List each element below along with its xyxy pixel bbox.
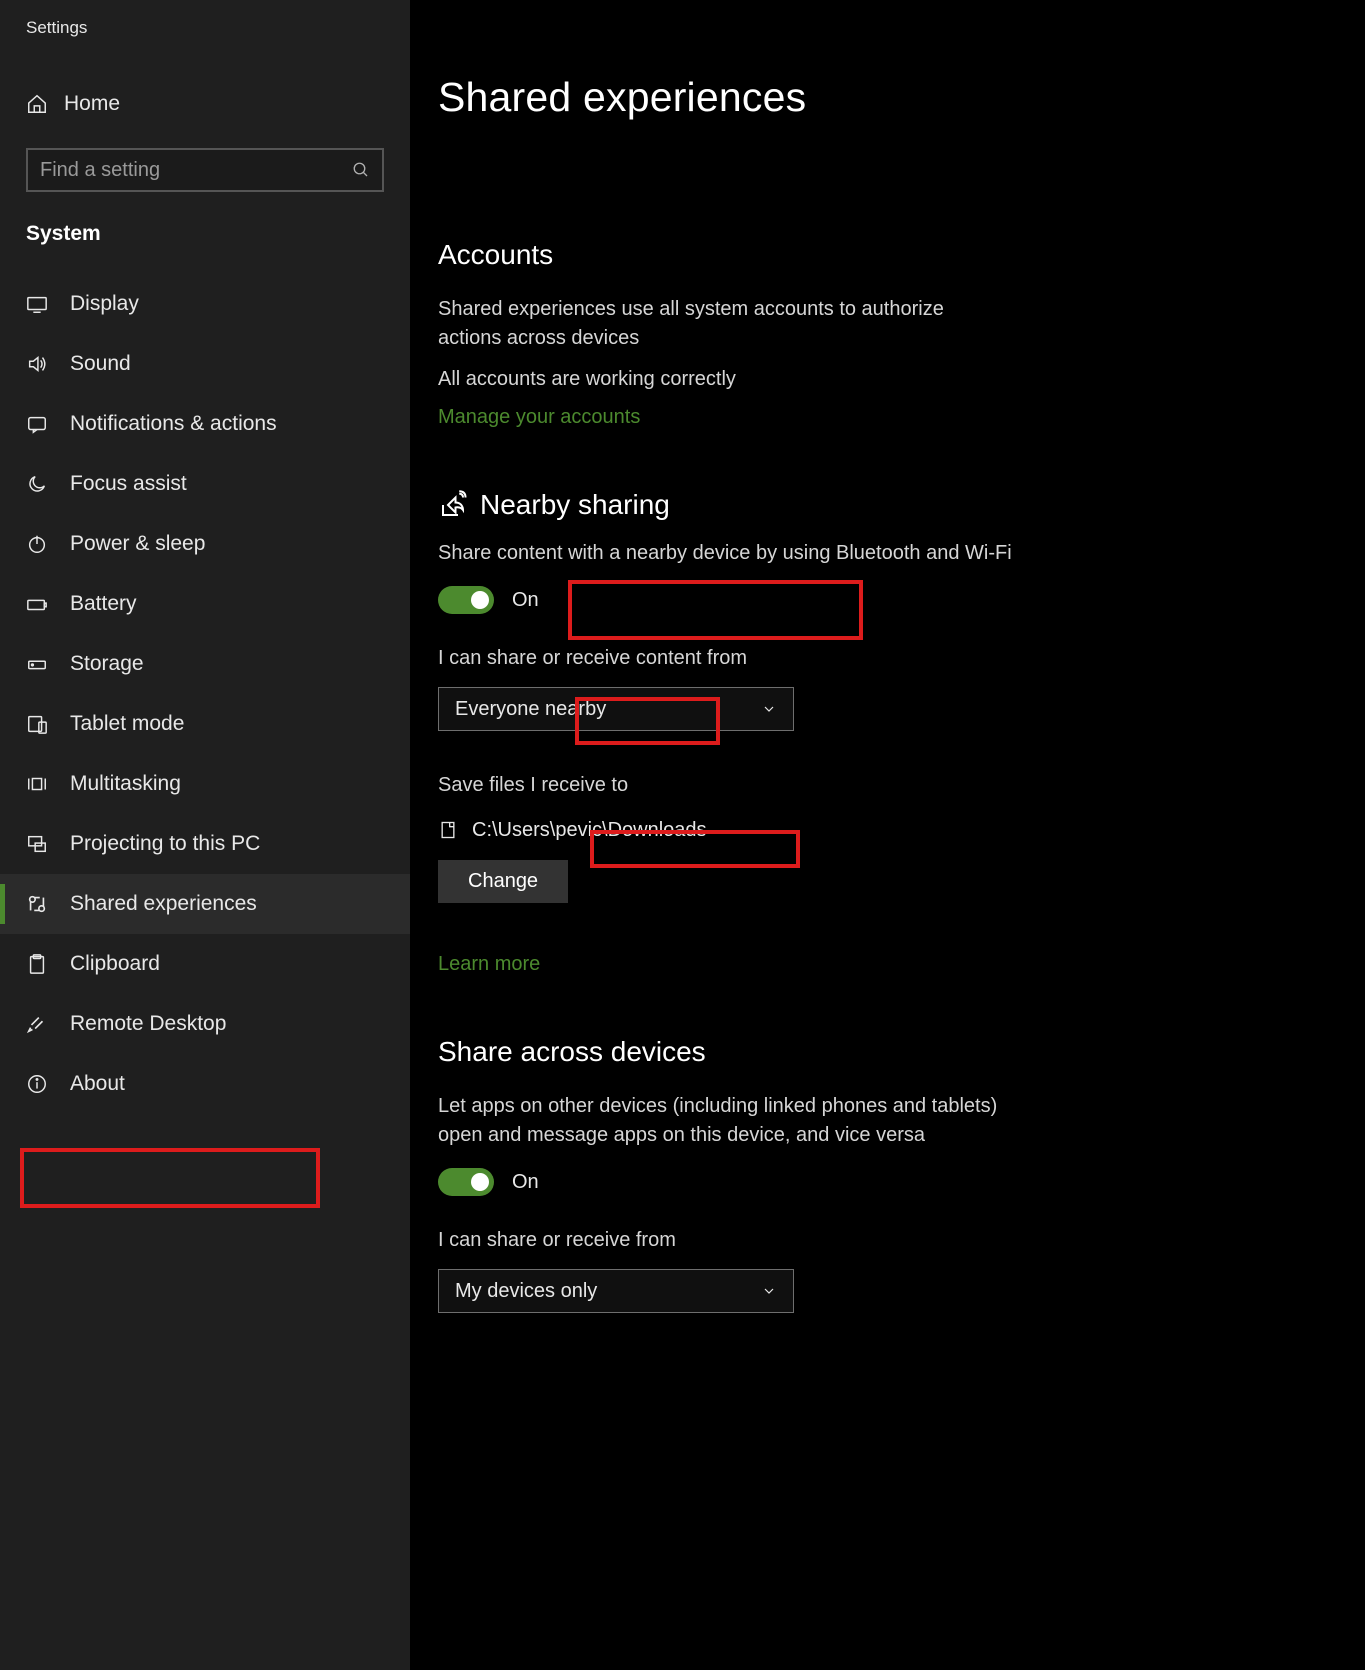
sidebar-item-remote-desktop[interactable]: Remote Desktop [0, 994, 410, 1054]
sidebar-item-label: About [70, 1072, 125, 1096]
nearby-desc: Share content with a nearby device by us… [438, 539, 1038, 568]
remote-desktop-icon [26, 1013, 48, 1035]
sidebar-item-label: Power & sleep [70, 532, 205, 556]
across-from-select[interactable]: My devices only [438, 1269, 794, 1313]
focus-assist-icon [26, 473, 48, 495]
page-title: Shared experiences [438, 0, 1305, 121]
nearby-sharing-heading: Nearby sharing [480, 489, 670, 521]
tablet-icon [26, 713, 48, 735]
save-path-row: C:\Users\pevic\Downloads [438, 818, 1305, 842]
save-path: C:\Users\pevic\Downloads [472, 819, 707, 842]
nearby-sharing-heading-row: Nearby sharing [438, 489, 1305, 521]
sidebar-item-label: Display [70, 292, 139, 316]
learn-more-link[interactable]: Learn more [438, 953, 540, 976]
accounts-status: All accounts are working correctly [438, 365, 998, 394]
sidebar-item-multitasking[interactable]: Multitasking [0, 754, 410, 814]
share-across-heading: Share across devices [438, 1036, 1305, 1068]
power-icon [26, 533, 48, 555]
main-content: Shared experiences Accounts Shared exper… [410, 0, 1365, 1670]
accounts-heading: Accounts [438, 239, 1305, 271]
storage-icon [26, 653, 48, 675]
sidebar-item-about[interactable]: About [0, 1054, 410, 1114]
sidebar-item-label: Notifications & actions [70, 412, 277, 436]
sidebar-item-power-sleep[interactable]: Power & sleep [0, 514, 410, 574]
sidebar-item-clipboard[interactable]: Clipboard [0, 934, 410, 994]
sidebar-item-display[interactable]: Display [0, 274, 410, 334]
nearby-sharing-toggle[interactable] [438, 586, 494, 614]
home-icon [26, 93, 48, 115]
share-from-label: I can share or receive content from [438, 644, 998, 673]
sidebar-item-label: Focus assist [70, 472, 187, 496]
sidebar-item-label: Storage [70, 652, 144, 676]
sidebar-item-storage[interactable]: Storage [0, 634, 410, 694]
folder-icon [438, 818, 458, 842]
change-button[interactable]: Change [438, 860, 568, 903]
sidebar-item-label: Multitasking [70, 772, 181, 796]
sidebar-item-notifications[interactable]: Notifications & actions [0, 394, 410, 454]
share-icon [438, 490, 468, 520]
display-icon [26, 293, 48, 315]
multitasking-icon [26, 773, 48, 795]
home-button[interactable]: Home [0, 92, 410, 116]
about-icon [26, 1073, 48, 1095]
share-across-toggle[interactable] [438, 1168, 494, 1196]
accounts-desc: Shared experiences use all system accoun… [438, 295, 998, 353]
sound-icon [26, 353, 48, 375]
share-across-desc: Let apps on other devices (including lin… [438, 1092, 1018, 1150]
category-label: System [0, 192, 410, 246]
sidebar-item-shared-experiences[interactable]: Shared experiences [0, 874, 410, 934]
app-title: Settings [0, 14, 410, 38]
nearby-toggle-row: On [438, 586, 1305, 614]
save-to-label: Save files I receive to [438, 771, 998, 800]
clipboard-icon [26, 953, 48, 975]
sidebar-item-label: Tablet mode [70, 712, 184, 736]
shared-experiences-icon [26, 893, 48, 915]
sidebar-item-label: Shared experiences [70, 892, 257, 916]
sidebar-item-battery[interactable]: Battery [0, 574, 410, 634]
chevron-down-icon [761, 701, 777, 717]
across-toggle-row: On [438, 1168, 1305, 1196]
nav-list: Display Sound Notifications & actions Fo… [0, 274, 410, 1114]
sidebar-item-label: Clipboard [70, 952, 160, 976]
sidebar-item-sound[interactable]: Sound [0, 334, 410, 394]
across-from-value: My devices only [455, 1280, 597, 1303]
sidebar-item-label: Sound [70, 352, 131, 376]
across-from-label: I can share or receive from [438, 1226, 998, 1255]
share-from-select[interactable]: Everyone nearby [438, 687, 794, 731]
sidebar-item-label: Battery [70, 592, 137, 616]
sidebar-item-label: Remote Desktop [70, 1012, 226, 1036]
sidebar-item-label: Projecting to this PC [70, 832, 260, 856]
battery-icon [26, 593, 48, 615]
sidebar-item-focus-assist[interactable]: Focus assist [0, 454, 410, 514]
search-icon [352, 161, 370, 179]
sidebar-item-projecting[interactable]: Projecting to this PC [0, 814, 410, 874]
nearby-toggle-label: On [512, 589, 539, 612]
projecting-icon [26, 833, 48, 855]
search-input[interactable] [26, 148, 384, 192]
sidebar: Settings Home System Display Sound Notif… [0, 0, 410, 1670]
home-label: Home [64, 92, 120, 116]
chevron-down-icon [761, 1283, 777, 1299]
manage-accounts-link[interactable]: Manage your accounts [438, 406, 640, 429]
notifications-icon [26, 413, 48, 435]
share-from-value: Everyone nearby [455, 698, 606, 721]
search-wrap [26, 148, 384, 192]
across-toggle-label: On [512, 1171, 539, 1194]
sidebar-item-tablet-mode[interactable]: Tablet mode [0, 694, 410, 754]
